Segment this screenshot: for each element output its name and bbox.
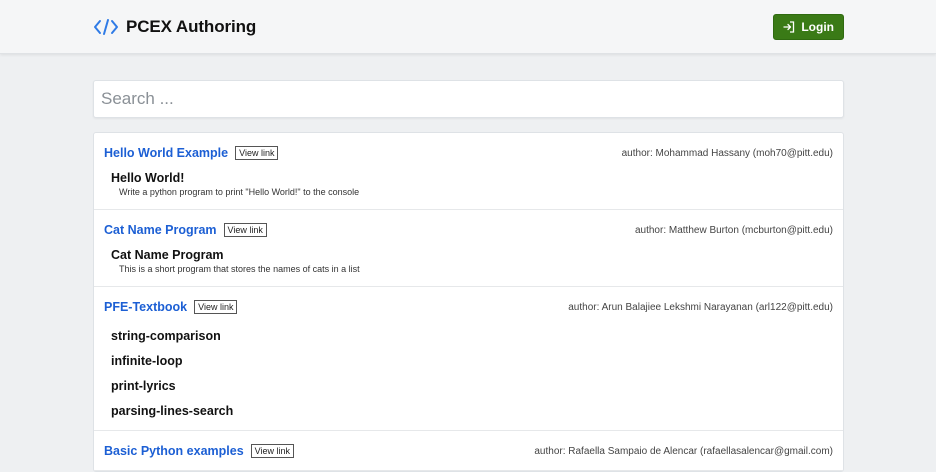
author-text: author: Matthew Burton (mcburton@pitt.ed… (634, 224, 833, 236)
brand-title: PCEX Authoring (126, 16, 257, 36)
activity-title: Hello World! (111, 171, 185, 185)
author-text: author: Rafaella Sampaio de Alencar (raf… (534, 445, 833, 457)
view-link-button[interactable]: View link (235, 146, 279, 160)
main-content: Hello World Example View link author: Mo… (93, 80, 844, 472)
search-box (93, 80, 844, 118)
item-title-link[interactable]: Cat Name Program (104, 223, 217, 237)
activity-entry[interactable]: Hello World! Write a python program to p… (104, 171, 833, 197)
item-title-link[interactable]: Hello World Example (104, 146, 228, 160)
activity-entry[interactable]: string-comparison (104, 329, 833, 343)
view-link-button[interactable]: View link (223, 223, 267, 237)
code-brackets-icon (93, 18, 119, 36)
item-title-link[interactable]: Basic Python examples (104, 444, 244, 458)
view-link-button[interactable]: View link (250, 444, 295, 458)
activity-title: infinite-loop (111, 354, 183, 368)
author-text: author: Mohammad Hassany (moh70@pitt.edu… (621, 147, 833, 159)
login-icon (783, 20, 795, 33)
login-label: Login (801, 19, 834, 34)
activity-title: print-lyrics (111, 379, 176, 393)
list-item: Hello World Example View link author: Mo… (94, 133, 843, 210)
brand[interactable]: PCEX Authoring (93, 17, 256, 37)
activity-list: Hello World Example View link author: Mo… (93, 132, 844, 472)
view-link-button[interactable]: View link (194, 300, 238, 314)
item-title-link[interactable]: PFE-Textbook (104, 300, 187, 314)
activity-title: string-comparison (111, 329, 221, 343)
list-item: PFE-Textbook View link author: Arun Bala… (94, 287, 843, 431)
activity-description: This is a short program that stores the … (119, 264, 360, 274)
activity-entry[interactable]: parsing-lines-search (104, 404, 833, 418)
top-navbar: PCEX Authoring Login (0, 0, 936, 54)
login-button[interactable]: Login (773, 13, 844, 40)
list-item: Cat Name Program View link author: Matth… (94, 210, 843, 287)
activity-title: parsing-lines-search (111, 404, 234, 418)
activity-entry[interactable]: Cat Name Program This is a short program… (104, 248, 833, 274)
activity-description: Write a python program to print "Hello W… (119, 187, 360, 197)
activity-entry[interactable]: infinite-loop (104, 354, 833, 368)
list-item: Basic Python examples View link author: … (94, 431, 843, 471)
author-text: author: Arun Balajiee Lekshmi Narayanan … (568, 301, 833, 313)
search-input[interactable] (101, 89, 843, 109)
activity-title: Cat Name Program (111, 248, 224, 262)
activity-entry[interactable]: print-lyrics (104, 379, 833, 393)
